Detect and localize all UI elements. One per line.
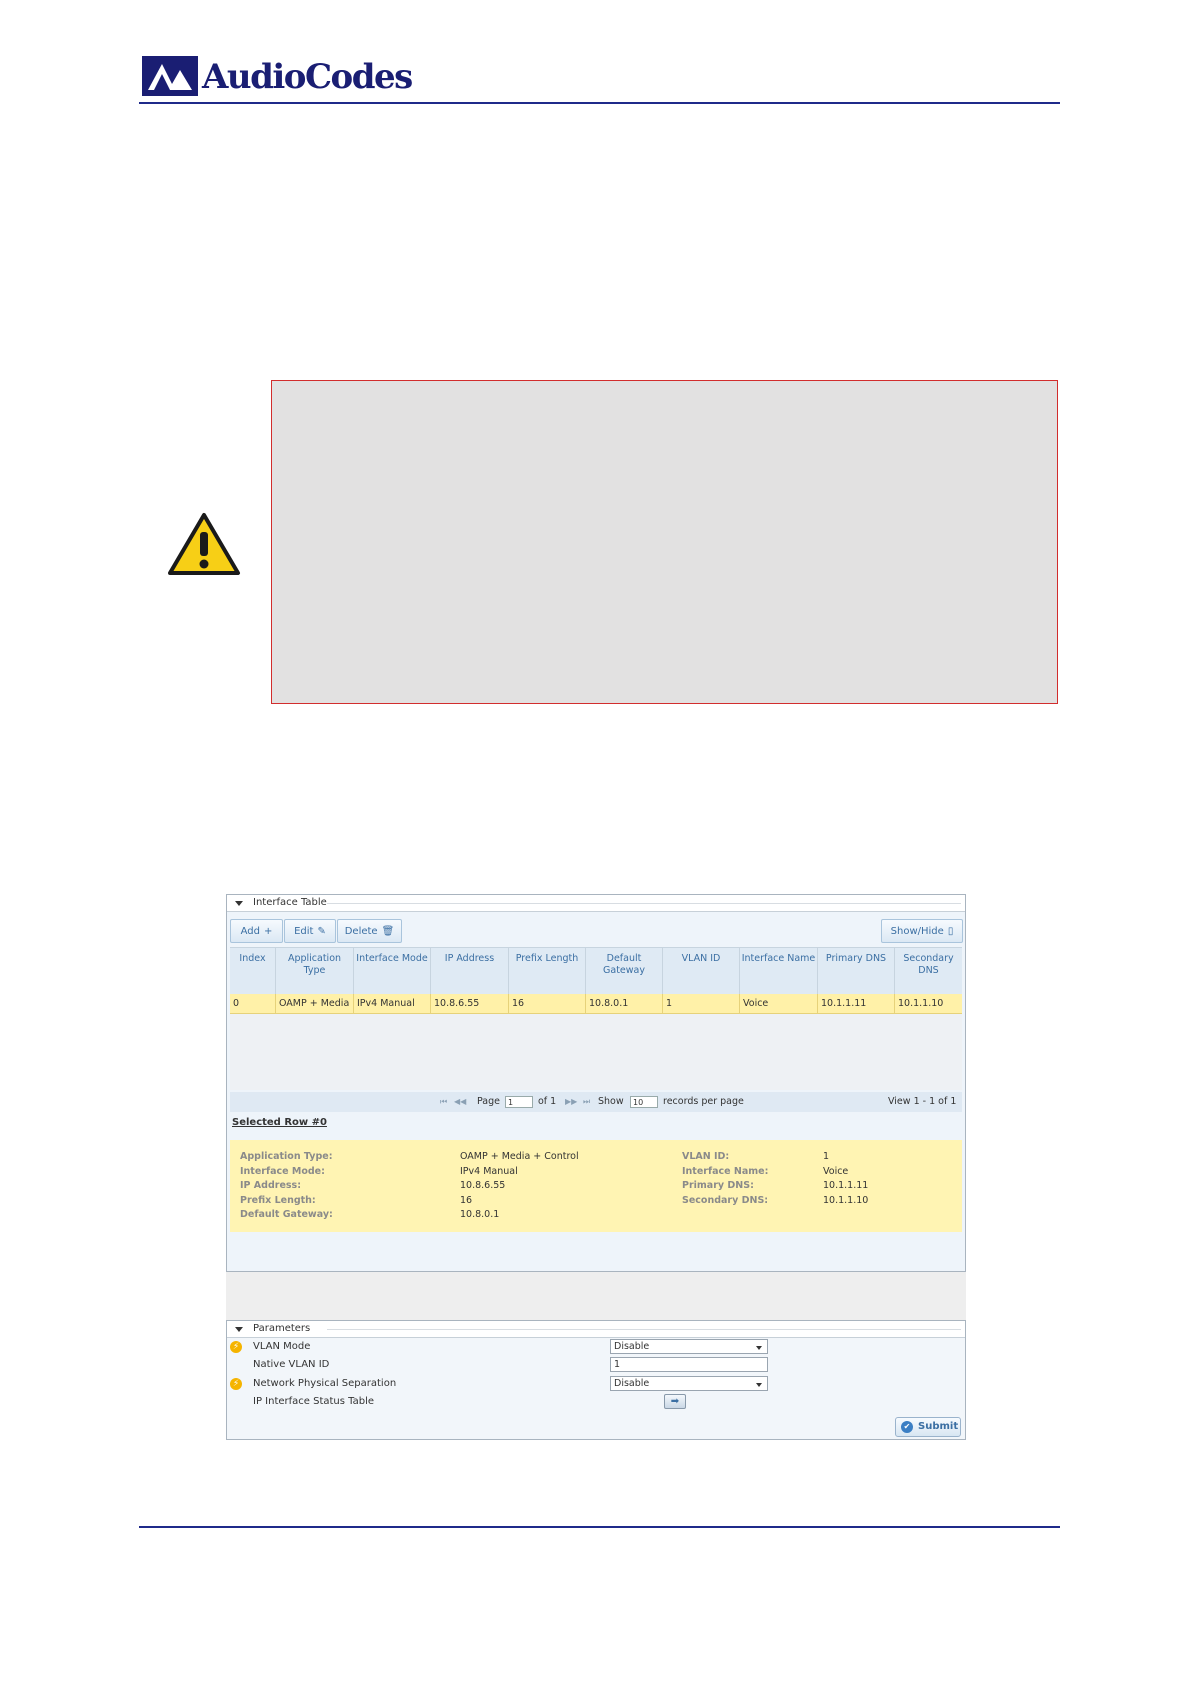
detail-label: Default Gateway: xyxy=(240,1209,333,1220)
cell-interface-name: Voice xyxy=(740,994,818,1013)
cell-interface-mode: IPv4 Manual xyxy=(354,994,431,1013)
interface-table-title: Interface Table xyxy=(253,897,327,908)
detail-value: OAMP + Media + Control xyxy=(460,1151,579,1162)
document-icon: ▯ xyxy=(947,926,954,937)
trash-icon: 🗑 xyxy=(381,926,395,937)
cell-secondary-dns: 10.1.1.10 xyxy=(898,998,944,1009)
header-divider xyxy=(139,102,1060,104)
warning-note-box xyxy=(271,380,1058,704)
collapse-arrow-icon[interactable] xyxy=(235,901,243,906)
show-hide-button[interactable]: Show/Hide ▯ xyxy=(881,919,963,943)
delete-button[interactable]: Delete 🗑 xyxy=(337,919,402,943)
detail-label: IP Address: xyxy=(240,1180,301,1191)
column-header-interface-mode[interactable]: Interface Mode xyxy=(354,948,431,994)
selected-row-details: Application Type: OAMP + Media + Control… xyxy=(230,1140,962,1232)
prev-page-icon[interactable]: ◀◀ xyxy=(454,1092,466,1112)
first-page-icon[interactable]: ⏮ xyxy=(440,1092,447,1112)
chevron-down-icon xyxy=(756,1346,762,1350)
panel-separator xyxy=(226,1272,966,1320)
detail-value: 10.1.1.10 xyxy=(823,1194,869,1206)
warning-icon xyxy=(168,513,240,575)
detail-label: Secondary DNS: xyxy=(682,1194,769,1206)
footer-divider xyxy=(139,1526,1060,1528)
parameters-title: Parameters xyxy=(253,1323,311,1334)
detail-value: 10.1.1.11 xyxy=(823,1180,869,1191)
parameters-header[interactable]: Parameters xyxy=(227,1321,965,1338)
detail-label: Interface Name: xyxy=(682,1165,769,1177)
column-header-primary-dns[interactable]: Primary DNS xyxy=(818,948,895,994)
interface-table-header[interactable]: Interface Table xyxy=(227,895,965,912)
network-physical-separation-select[interactable]: Disable xyxy=(610,1376,768,1391)
edit-button[interactable]: Edit ✎ xyxy=(284,919,336,943)
param-row-ip-interface-status-table: IP Interface Status Table ➡ xyxy=(227,1393,965,1411)
table-row[interactable]: 0 OAMP + Media IPv4 Manual 10.8.6.55 16 … xyxy=(230,994,962,1014)
vlan-mode-select[interactable]: Disable xyxy=(610,1339,768,1354)
native-vlan-id-input[interactable]: 1 xyxy=(610,1357,768,1372)
column-header-interface-name[interactable]: Interface Name xyxy=(740,948,818,994)
collapse-arrow-icon[interactable] xyxy=(235,1327,243,1332)
selected-row-label: Selected Row #0 xyxy=(232,1117,327,1128)
view-count-label: View 1 - 1 of 1 xyxy=(888,1096,957,1107)
column-header-secondary-dns[interactable]: Secondary DNS xyxy=(895,948,962,994)
pencil-icon: ✎ xyxy=(317,926,326,937)
company-logo: AudioCodes xyxy=(142,54,413,100)
column-header-prefix-length[interactable]: Prefix Length xyxy=(509,948,586,994)
detail-value: 10.8.6.55 xyxy=(460,1180,506,1191)
column-header-vlan-id[interactable]: VLAN ID xyxy=(663,948,740,994)
page-of-label: of 1 xyxy=(538,1096,557,1107)
param-row-vlan-mode: ⚡ VLAN Mode Disable xyxy=(227,1338,965,1356)
records-per-page-select[interactable]: 10 xyxy=(630,1096,658,1108)
brand-name: AudioCodes xyxy=(202,57,413,97)
table-toolbar: Add + Edit ✎ Delete 🗑 Show/Hide ▯ xyxy=(230,919,963,945)
detail-value: Voice xyxy=(823,1165,849,1177)
table-empty-area xyxy=(230,1014,962,1090)
detail-label: Application Type: xyxy=(240,1151,333,1162)
plus-icon: + xyxy=(263,926,273,937)
column-header-ip-address[interactable]: IP Address xyxy=(431,948,509,994)
page-label: Page xyxy=(477,1096,500,1107)
ip-interface-status-table-label: IP Interface Status Table xyxy=(253,1396,375,1407)
add-button[interactable]: Add + xyxy=(230,919,283,943)
column-header-index[interactable]: Index xyxy=(230,948,276,994)
records-per-page-label: records per page xyxy=(663,1096,744,1107)
detail-value: 1 xyxy=(823,1151,830,1162)
vlan-mode-label: VLAN Mode xyxy=(253,1341,311,1352)
param-row-network-physical-separation: ⚡ Network Physical Separation Disable xyxy=(227,1375,965,1393)
show-label: Show xyxy=(598,1096,624,1107)
detail-value: 10.8.0.1 xyxy=(460,1209,500,1220)
cell-index: 0 xyxy=(230,994,276,1013)
check-icon: ✔ xyxy=(901,1421,913,1433)
cell-prefix-length: 16 xyxy=(509,994,586,1013)
last-page-icon[interactable]: ⏭ xyxy=(583,1092,590,1112)
arrow-right-icon[interactable]: ➡ xyxy=(664,1394,686,1409)
cell-ip-address: 10.8.6.55 xyxy=(431,994,509,1013)
parameters-panel: Parameters ⚡ VLAN Mode Disable Native VL… xyxy=(226,1320,966,1440)
detail-value: IPv4 Manual xyxy=(460,1165,518,1177)
lightning-icon: ⚡ xyxy=(230,1341,242,1353)
table-pager: ⏮ ◀◀ Page 1 of 1 ▶▶ ⏭ Show 10 records pe… xyxy=(230,1092,962,1112)
lightning-icon: ⚡ xyxy=(230,1378,242,1390)
detail-value: 16 xyxy=(460,1194,473,1206)
param-row-native-vlan-id: Native VLAN ID 1 xyxy=(227,1356,965,1374)
interface-table-panel: Interface Table Add + Edit ✎ Delete 🗑 Show/… xyxy=(226,894,966,1272)
submit-button[interactable]: ✔ Submit xyxy=(895,1417,961,1437)
cell-default-gateway: 10.8.0.1 xyxy=(586,994,663,1013)
chevron-down-icon xyxy=(756,1383,762,1387)
page-input[interactable]: 1 xyxy=(505,1096,533,1108)
column-header-application-type[interactable]: Application Type xyxy=(276,948,354,994)
detail-label: Prefix Length: xyxy=(240,1194,316,1206)
table-header-row: Index Application Type Interface Mode IP… xyxy=(230,947,962,995)
column-header-default-gateway[interactable]: Default Gateway xyxy=(586,948,663,994)
next-page-icon[interactable]: ▶▶ xyxy=(565,1092,577,1112)
native-vlan-id-label: Native VLAN ID xyxy=(253,1359,330,1370)
detail-label: VLAN ID: xyxy=(682,1151,730,1162)
detail-label: Interface Mode: xyxy=(240,1165,325,1177)
audiocodes-logo-icon xyxy=(142,56,198,96)
network-physical-separation-label: Network Physical Separation xyxy=(253,1378,397,1389)
cell-primary-dns: 10.1.1.11 xyxy=(818,994,895,1013)
cell-vlan-id: 1 xyxy=(663,994,740,1013)
detail-label: Primary DNS: xyxy=(682,1180,754,1191)
cell-application-type: OAMP + Media xyxy=(276,994,354,1013)
